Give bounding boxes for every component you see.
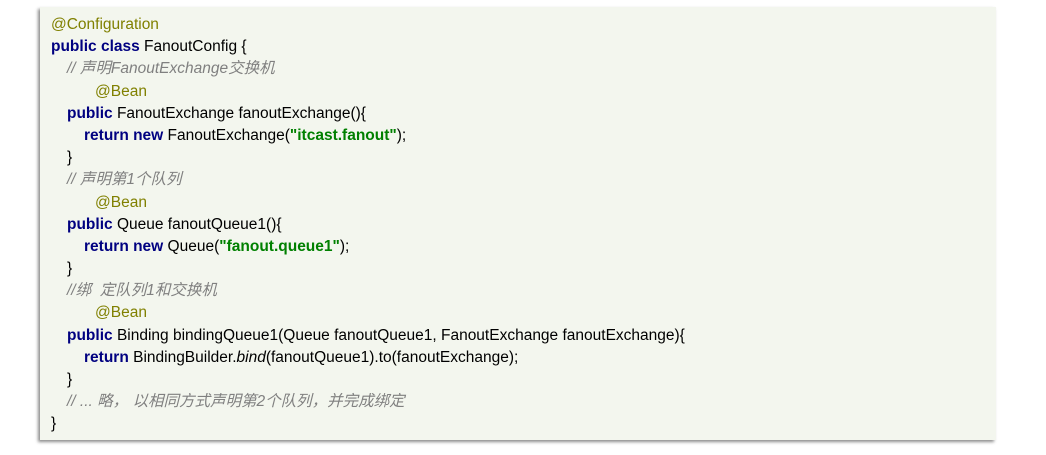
- code-line: return new Queue("fanout.queue1");: [40, 236, 996, 258]
- code-text: (fanoutQueue1).to(fanoutExchange);: [265, 348, 519, 366]
- method-name: bind: [236, 348, 266, 366]
- comment: // 声明FanoutExchange交换机: [67, 60, 275, 78]
- code-text: BindingBuilder.: [128, 348, 237, 366]
- string-literal: "fanout.queue1": [219, 237, 340, 255]
- code-text: FanoutExchange fanoutExchange(){: [112, 104, 366, 122]
- code-line: public FanoutExchange fanoutExchange(){: [40, 103, 996, 125]
- code-text: );: [339, 237, 350, 255]
- keyword: public: [67, 215, 113, 233]
- code-text: Queue fanoutQueue1(){: [112, 215, 282, 233]
- annotation: @Bean: [95, 193, 147, 211]
- code-text: );: [396, 126, 407, 144]
- comment: //绑 定队列1和交换机: [67, 282, 217, 300]
- code-text: FanoutConfig {: [139, 38, 247, 56]
- code-line: @Bean: [40, 192, 996, 214]
- closing-brace: }: [51, 415, 57, 433]
- code-line: @Configuration: [40, 14, 996, 36]
- code-line: // ... 略， 以相同方式声明第2个队列，并完成绑定: [40, 391, 996, 413]
- code-line: }: [40, 147, 996, 169]
- keyword: public class: [51, 38, 140, 56]
- code-text: Binding bindingQueue1(Queue fanoutQueue1…: [112, 326, 685, 344]
- code-line: // 声明第1个队列: [40, 169, 996, 191]
- code-line: public Queue fanoutQueue1(){: [40, 214, 996, 236]
- code-snippet-panel: @Configuration public class FanoutConfig…: [40, 7, 996, 440]
- keyword: return: [84, 348, 129, 366]
- code-line: return BindingBuilder.bind(fanoutQueue1)…: [40, 347, 996, 369]
- code-line: //绑 定队列1和交换机: [40, 280, 996, 302]
- closing-brace: }: [67, 260, 73, 278]
- string-literal: "itcast.fanout": [289, 126, 397, 144]
- annotation: @Bean: [95, 82, 147, 100]
- code-text: FanoutExchange(: [163, 126, 290, 144]
- keyword: return new: [84, 237, 164, 255]
- comment: // 声明第1个队列: [67, 171, 182, 189]
- code-line: }: [40, 369, 996, 391]
- closing-brace: }: [67, 371, 73, 388]
- closing-brace: }: [67, 149, 73, 167]
- code-line: @Bean: [40, 81, 996, 103]
- code-line: }: [40, 413, 996, 435]
- code-line: return new FanoutExchange("itcast.fanout…: [40, 125, 996, 147]
- annotation: @Bean: [95, 304, 147, 322]
- code-line: @Bean: [40, 302, 996, 324]
- code-line: public class FanoutConfig {: [40, 36, 996, 58]
- keyword: public: [67, 104, 113, 122]
- annotation: @Configuration: [51, 16, 159, 33]
- code-line: }: [40, 258, 996, 280]
- code-text: Queue(: [163, 237, 220, 255]
- keyword: return new: [84, 126, 164, 144]
- code-line: // 声明FanoutExchange交换机: [40, 58, 996, 80]
- keyword: public: [67, 326, 113, 344]
- comment: // ... 略， 以相同方式声明第2个队列，并完成绑定: [67, 393, 405, 411]
- code-line: public Binding bindingQueue1(Queue fanou…: [40, 325, 996, 347]
